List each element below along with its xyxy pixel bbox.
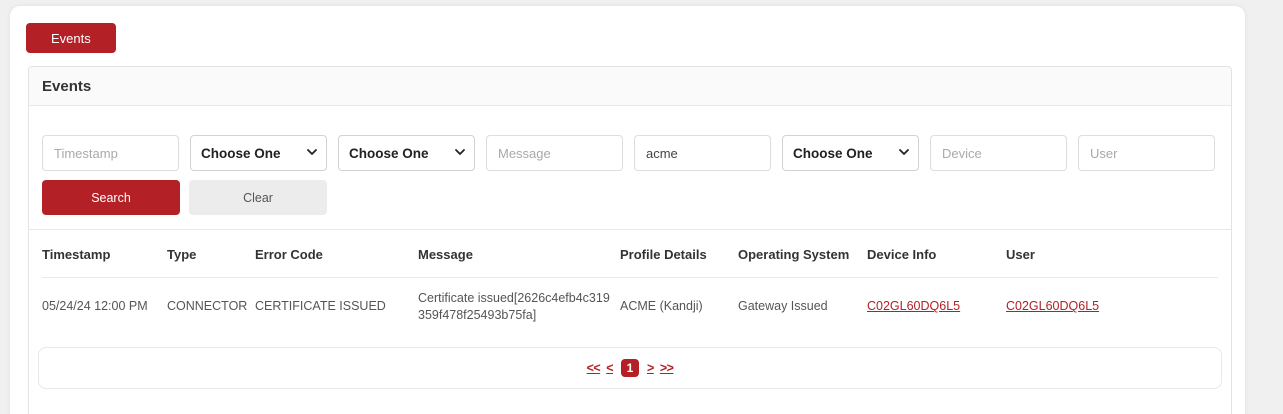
pagination-first-link[interactable]: <<	[587, 361, 601, 375]
filter-row: Choose One Choose One	[42, 135, 1218, 171]
type-select-wrap: Choose One	[190, 135, 327, 171]
error-code-select[interactable]: Choose One	[338, 135, 475, 171]
message-input[interactable]	[486, 135, 623, 171]
events-table: Timestamp Type Error Code Message Profil…	[42, 230, 1218, 336]
main-card: Events Events Choose One Choose One	[10, 6, 1245, 414]
device-input[interactable]	[930, 135, 1067, 171]
os-select[interactable]: Choose One	[782, 135, 919, 171]
col-header-type: Type	[167, 230, 255, 278]
filter-buttons-row: Search Clear	[42, 180, 1218, 215]
pagination-prev-link[interactable]: <	[606, 361, 613, 375]
cell-profile-details: ACME (Kandji)	[620, 278, 738, 336]
cell-error-code: CERTIFICATE ISSUED	[255, 278, 418, 336]
col-header-device-info: Device Info	[867, 230, 1006, 278]
user-link[interactable]: C02GL60DQ6L5	[1006, 299, 1099, 313]
type-select[interactable]: Choose One	[190, 135, 327, 171]
pagination: << < 1 > >>	[38, 347, 1222, 389]
pagination-last-link[interactable]: >>	[660, 361, 674, 375]
timestamp-input[interactable]	[42, 135, 179, 171]
search-button[interactable]: Search	[42, 180, 180, 215]
col-header-message: Message	[418, 230, 620, 278]
pagination-current-page: 1	[621, 359, 639, 377]
filter-section: Choose One Choose One	[29, 106, 1231, 215]
cell-timestamp: 05/24/24 12:00 PM	[42, 278, 167, 336]
table-header-row: Timestamp Type Error Code Message Profil…	[42, 230, 1218, 278]
events-panel: Events Choose One Choose One	[28, 66, 1232, 414]
cell-operating-system: Gateway Issued	[738, 278, 867, 336]
col-header-user: User	[1006, 230, 1218, 278]
user-input[interactable]	[1078, 135, 1215, 171]
device-info-link[interactable]: C02GL60DQ6L5	[867, 299, 960, 313]
cell-message: Certificate issued[2626c4efb4c319359f478…	[418, 278, 620, 336]
profile-input[interactable]	[634, 135, 771, 171]
panel-title: Events	[29, 67, 1231, 106]
error-code-select-wrap: Choose One	[338, 135, 475, 171]
col-header-profile-details: Profile Details	[620, 230, 738, 278]
table-row: 05/24/24 12:00 PM CONNECTOR CERTIFICATE …	[42, 278, 1218, 336]
clear-button[interactable]: Clear	[189, 180, 327, 215]
col-header-operating-system: Operating System	[738, 230, 867, 278]
events-tab-button[interactable]: Events	[26, 23, 116, 53]
pagination-next-link[interactable]: >	[647, 361, 654, 375]
cell-type: CONNECTOR	[167, 278, 255, 336]
col-header-timestamp: Timestamp	[42, 230, 167, 278]
os-select-wrap: Choose One	[782, 135, 919, 171]
col-header-error-code: Error Code	[255, 230, 418, 278]
